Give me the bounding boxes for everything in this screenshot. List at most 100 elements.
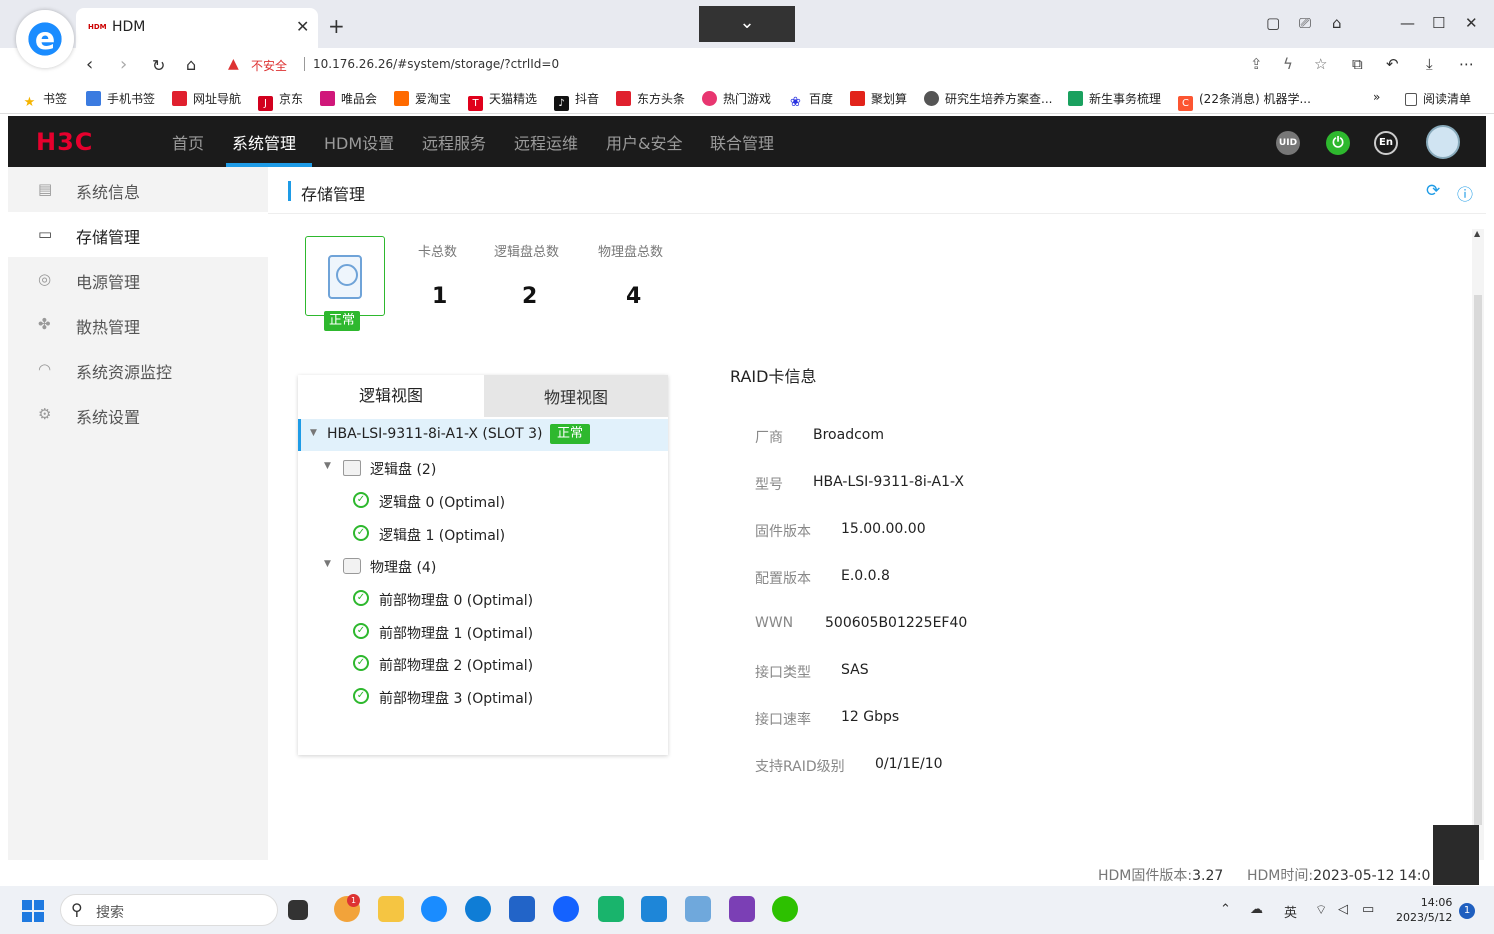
bookmark-item[interactable]: 研究生培养方案查... xyxy=(924,90,1052,107)
wechat-icon[interactable] xyxy=(772,896,798,922)
app-icon[interactable] xyxy=(553,896,579,922)
insecure-label[interactable]: 不安全 xyxy=(251,57,287,74)
download-icon[interactable]: ⤓ xyxy=(1426,55,1433,73)
url-field[interactable]: ▲ 不安全 10.176.26.26/#system/storage/?ctrl… xyxy=(218,52,1342,78)
windows-start-icon[interactable] xyxy=(22,900,44,922)
tree-node-physical-disk[interactable]: ✓ 前部物理盘 0 (Optimal) xyxy=(298,583,668,615)
nav-federation[interactable]: 联合管理 xyxy=(710,130,774,154)
volume-icon[interactable]: ◁ xyxy=(1338,902,1348,917)
user-avatar[interactable] xyxy=(1426,125,1460,159)
wifi-icon[interactable]: ⌔ xyxy=(1315,902,1327,918)
tree-node-raid-card[interactable]: ▼ HBA-LSI-9311-8i-A1-X (SLOT 3) 正常 xyxy=(298,419,668,451)
sidebar-item-storage[interactable]: ▭ 存储管理 xyxy=(8,212,268,257)
sidebar-item-resource-monitor[interactable]: ◠ 系统资源监控 xyxy=(8,347,268,392)
cast-icon[interactable]: ⎚ xyxy=(1299,14,1311,32)
forward-icon[interactable]: › xyxy=(120,54,127,75)
file-explorer-icon[interactable] xyxy=(378,896,404,922)
browser-app-icon[interactable] xyxy=(421,896,447,922)
tree-node-physical-group[interactable]: ▼ 物理盘 (4) xyxy=(298,550,668,582)
bookmark-item[interactable]: C (22条消息) 机器学... xyxy=(1178,90,1311,111)
warning-icon: ▲ xyxy=(228,56,239,72)
bookmark-item[interactable]: 新生事务梳理 xyxy=(1068,90,1161,107)
scroll-thumb[interactable] xyxy=(1474,295,1482,825)
help-icon[interactable]: ⓘ xyxy=(1457,181,1473,205)
bookmark-item[interactable]: T 天猫精选 xyxy=(468,90,537,111)
nav-remote-ops[interactable]: 远程运维 xyxy=(514,130,578,154)
tree-node-logical-disk[interactable]: ✓ 逻辑盘 1 (Optimal) xyxy=(298,518,668,550)
bookmark-item[interactable]: ★ 书签 xyxy=(22,90,67,110)
store-icon[interactable] xyxy=(509,896,535,922)
bookmark-item[interactable]: 手机书签 xyxy=(86,90,155,107)
minimize-icon[interactable]: — xyxy=(1400,14,1415,32)
menu-icon[interactable]: ⋯ xyxy=(1459,55,1474,73)
tree-node-physical-disk[interactable]: ✓ 前部物理盘 2 (Optimal) xyxy=(298,648,668,680)
reload-icon[interactable]: ↻ xyxy=(152,56,165,75)
sidebar-item-cooling[interactable]: ✤ 散热管理 xyxy=(8,302,268,347)
uid-button[interactable]: UID xyxy=(1276,131,1300,155)
bookmark-item[interactable]: 爱淘宝 xyxy=(394,90,451,107)
bookmark-item[interactable]: 聚划算 xyxy=(850,90,907,107)
url-text[interactable]: 10.176.26.26/#system/storage/?ctrlId=0 xyxy=(304,57,559,71)
bookmark-item[interactable]: 唯品会 xyxy=(320,90,377,107)
bookmark-item[interactable]: J 京东 xyxy=(258,90,303,111)
flash-icon[interactable]: ϟ xyxy=(1283,55,1293,73)
maximize-icon[interactable]: ☐ xyxy=(1432,14,1445,32)
refresh-icon[interactable]: ⟳ xyxy=(1426,181,1440,201)
task-view-icon[interactable] xyxy=(288,900,308,920)
extensions-icon[interactable]: ⧉ xyxy=(1352,55,1363,73)
scrollbar[interactable]: ▲ xyxy=(1472,229,1484,860)
bookmark-item[interactable]: ♪ 抖音 xyxy=(554,90,599,111)
nav-home[interactable]: 首页 xyxy=(172,130,204,154)
ime-indicator[interactable]: 英 xyxy=(1284,902,1297,921)
language-button[interactable]: En xyxy=(1374,131,1398,155)
tab-logical-view[interactable]: 逻辑视图 xyxy=(298,375,484,417)
sidebar-item-power[interactable]: ◎ 电源管理 xyxy=(8,257,268,302)
app-icon[interactable] xyxy=(685,896,711,922)
browser-tab[interactable]: HDM HDM ✕ xyxy=(76,8,318,48)
tab-dropdown-icon[interactable]: ⌄ xyxy=(699,6,795,42)
tray-chevron-icon[interactable]: ⌃ xyxy=(1220,902,1231,917)
bookmark-item[interactable]: ❀ 百度 xyxy=(788,90,833,110)
collections-icon[interactable]: ▢ xyxy=(1266,14,1280,32)
caret-down-icon[interactable]: ▼ xyxy=(310,428,317,438)
tree-node-logical-disk[interactable]: ✓ 逻辑盘 0 (Optimal) xyxy=(298,485,668,517)
close-tab-icon[interactable]: ✕ xyxy=(296,17,309,36)
onenote-icon[interactable] xyxy=(729,896,755,922)
bookmark-item[interactable]: 东方头条 xyxy=(616,90,685,107)
nav-remote-service[interactable]: 远程服务 xyxy=(422,130,486,154)
back-icon[interactable]: ‹ xyxy=(86,54,93,75)
bookmarks-more-icon[interactable]: » xyxy=(1373,90,1380,104)
cloud-icon[interactable]: ☁ xyxy=(1250,902,1263,917)
bookmark-item[interactable]: 网址导航 xyxy=(172,90,241,107)
share-icon[interactable]: ⇪ xyxy=(1250,55,1263,73)
tree-node-physical-disk[interactable]: ✓ 前部物理盘 3 (Optimal) xyxy=(298,681,668,713)
vscode-icon[interactable] xyxy=(641,896,667,922)
tree-node-logical-group[interactable]: ▼ 逻辑盘 (2) xyxy=(298,452,668,484)
sidebar-item-system-info[interactable]: ▤ 系统信息 xyxy=(8,167,268,212)
tab-physical-view[interactable]: 物理视图 xyxy=(484,375,668,417)
power-icon[interactable]: ⏻ xyxy=(1326,131,1350,155)
nav-hdm-settings[interactable]: HDM设置 xyxy=(324,130,394,154)
bookmark-item[interactable]: 热门游戏 xyxy=(702,90,771,107)
sidebar-item-system-settings[interactable]: ⚙ 系统设置 xyxy=(8,392,268,437)
caret-down-icon[interactable]: ▼ xyxy=(324,559,331,569)
clock[interactable]: 14:06 2023/5/12 xyxy=(1396,895,1452,925)
battery-icon[interactable]: ▭ xyxy=(1362,902,1374,917)
new-tab-icon[interactable]: + xyxy=(328,14,345,38)
close-window-icon[interactable]: ✕ xyxy=(1465,14,1478,32)
edge-icon[interactable] xyxy=(465,896,491,922)
nav-system-management[interactable]: 系统管理 xyxy=(232,130,296,154)
reading-list[interactable]: 阅读清单 xyxy=(1405,90,1471,107)
star-icon[interactable]: ☆ xyxy=(1314,55,1327,73)
app-icon[interactable] xyxy=(598,896,624,922)
shirt-icon[interactable]: ⌂ xyxy=(1332,14,1342,32)
tree-node-physical-disk[interactable]: ✓ 前部物理盘 1 (Optimal) xyxy=(298,616,668,648)
nav-user-security[interactable]: 用户&安全 xyxy=(606,130,682,154)
notification-count[interactable]: 1 xyxy=(1459,903,1475,919)
taskbar-search[interactable]: ⚲ 搜索 xyxy=(60,894,278,926)
caret-down-icon[interactable]: ▼ xyxy=(324,461,331,471)
scroll-up-icon[interactable]: ▲ xyxy=(1474,229,1480,238)
home-icon[interactable]: ⌂ xyxy=(186,55,196,74)
undo-icon[interactable]: ↶ xyxy=(1386,55,1399,73)
chat-widget-icon[interactable] xyxy=(1433,825,1479,885)
